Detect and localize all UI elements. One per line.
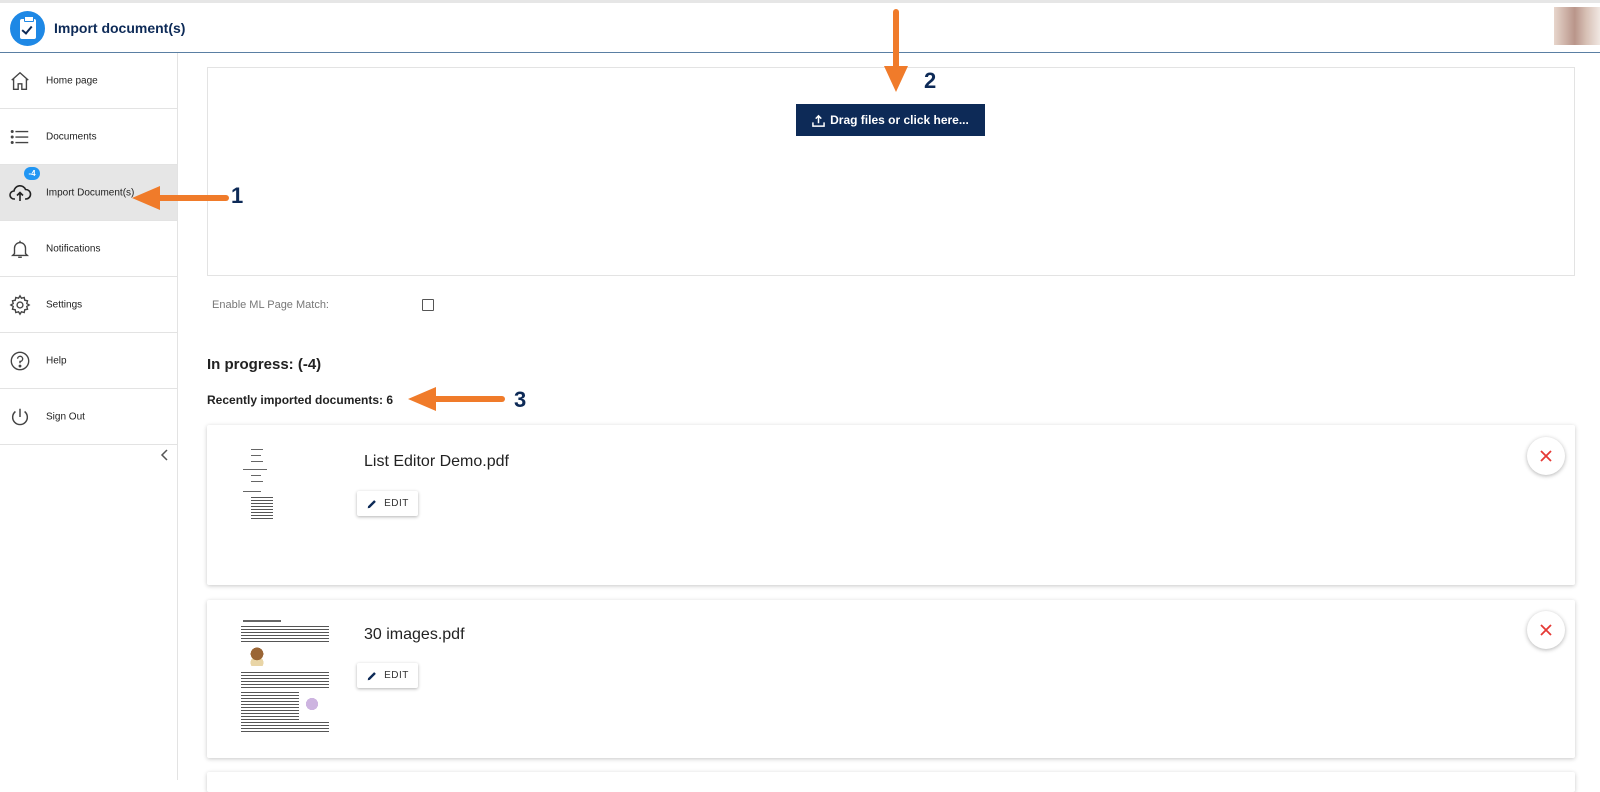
sidebar-item-label: Home page — [46, 75, 98, 86]
document-card: List Editor Demo.pdf EDIT — [207, 425, 1575, 585]
annotation-number-3: 3 — [514, 387, 527, 412]
document-thumbnail — [237, 618, 337, 736]
home-icon — [8, 69, 32, 93]
annotation-arrow-2 — [884, 9, 908, 92]
app-logo[interactable] — [10, 11, 45, 46]
sidebar-item-label: Documents — [46, 131, 97, 142]
app-header: Import document(s) — [0, 0, 1600, 53]
cloud-upload-icon — [8, 181, 32, 205]
sidebar-item-documents[interactable]: Documents — [0, 109, 177, 165]
bell-icon — [8, 237, 32, 261]
sidebar-item-label: Sign Out — [46, 411, 85, 422]
sidebar-item-settings[interactable]: Settings — [0, 277, 177, 333]
sidebar-item-sign-out[interactable]: Sign Out — [0, 389, 177, 445]
pencil-icon — [367, 671, 376, 680]
annotation-number-1: 1 — [231, 183, 244, 208]
page-title: Import document(s) — [54, 20, 186, 36]
document-thumbnail — [237, 437, 337, 555]
sidebar-item-help[interactable]: Help — [0, 333, 177, 389]
delete-button[interactable] — [1527, 611, 1565, 649]
collapse-sidebar-button[interactable] — [158, 448, 172, 462]
ml-page-match-label: Enable ML Page Match: — [212, 299, 329, 311]
upload-files-button[interactable]: Drag files or click here... — [796, 104, 985, 136]
power-icon — [8, 405, 32, 429]
sidebar-item-notifications[interactable]: Notifications — [0, 221, 177, 277]
ml-page-match-checkbox[interactable] — [422, 299, 434, 311]
annotation-arrow-1 — [132, 186, 229, 210]
close-icon — [1540, 450, 1552, 462]
annotation-arrow-3 — [408, 387, 505, 411]
file-drop-zone[interactable] — [207, 67, 1575, 276]
edit-button-label: EDIT — [384, 498, 409, 509]
gear-icon — [8, 293, 32, 317]
sidebar-item-label: Notifications — [46, 243, 101, 254]
chevron-left-icon — [160, 449, 168, 461]
document-name: List Editor Demo.pdf — [364, 453, 509, 470]
sidebar: Home page Documents -4 Import Document(s… — [0, 53, 178, 780]
recent-documents-heading: Recently imported documents: 6 — [207, 393, 394, 407]
list-icon — [8, 125, 32, 149]
edit-button[interactable]: EDIT — [357, 663, 418, 688]
edit-button-label: EDIT — [384, 670, 409, 681]
in-progress-heading: In progress: (-4) — [207, 356, 322, 373]
upload-button-label: Drag files or click here... — [830, 113, 969, 127]
upload-icon — [812, 114, 825, 127]
help-icon — [8, 349, 32, 373]
clipboard-check-icon — [19, 15, 36, 39]
document-card: 30 images.pdf EDIT — [207, 600, 1575, 758]
annotation-number-2: 2 — [924, 68, 937, 93]
sidebar-item-label: Import Document(s) — [46, 187, 135, 198]
character-image — [303, 692, 321, 716]
avatar[interactable] — [1554, 7, 1600, 45]
sidebar-item-home[interactable]: Home page — [0, 53, 177, 109]
sidebar-item-label: Help — [46, 355, 67, 366]
sidebar-item-label: Settings — [46, 299, 83, 310]
edit-button[interactable]: EDIT — [357, 491, 418, 516]
pencil-icon — [367, 499, 376, 508]
notification-badge: -4 — [24, 167, 40, 180]
close-icon — [1540, 624, 1552, 636]
character-image — [247, 644, 267, 666]
document-card — [207, 772, 1575, 792]
document-name: 30 images.pdf — [364, 626, 465, 643]
delete-button[interactable] — [1527, 437, 1565, 475]
